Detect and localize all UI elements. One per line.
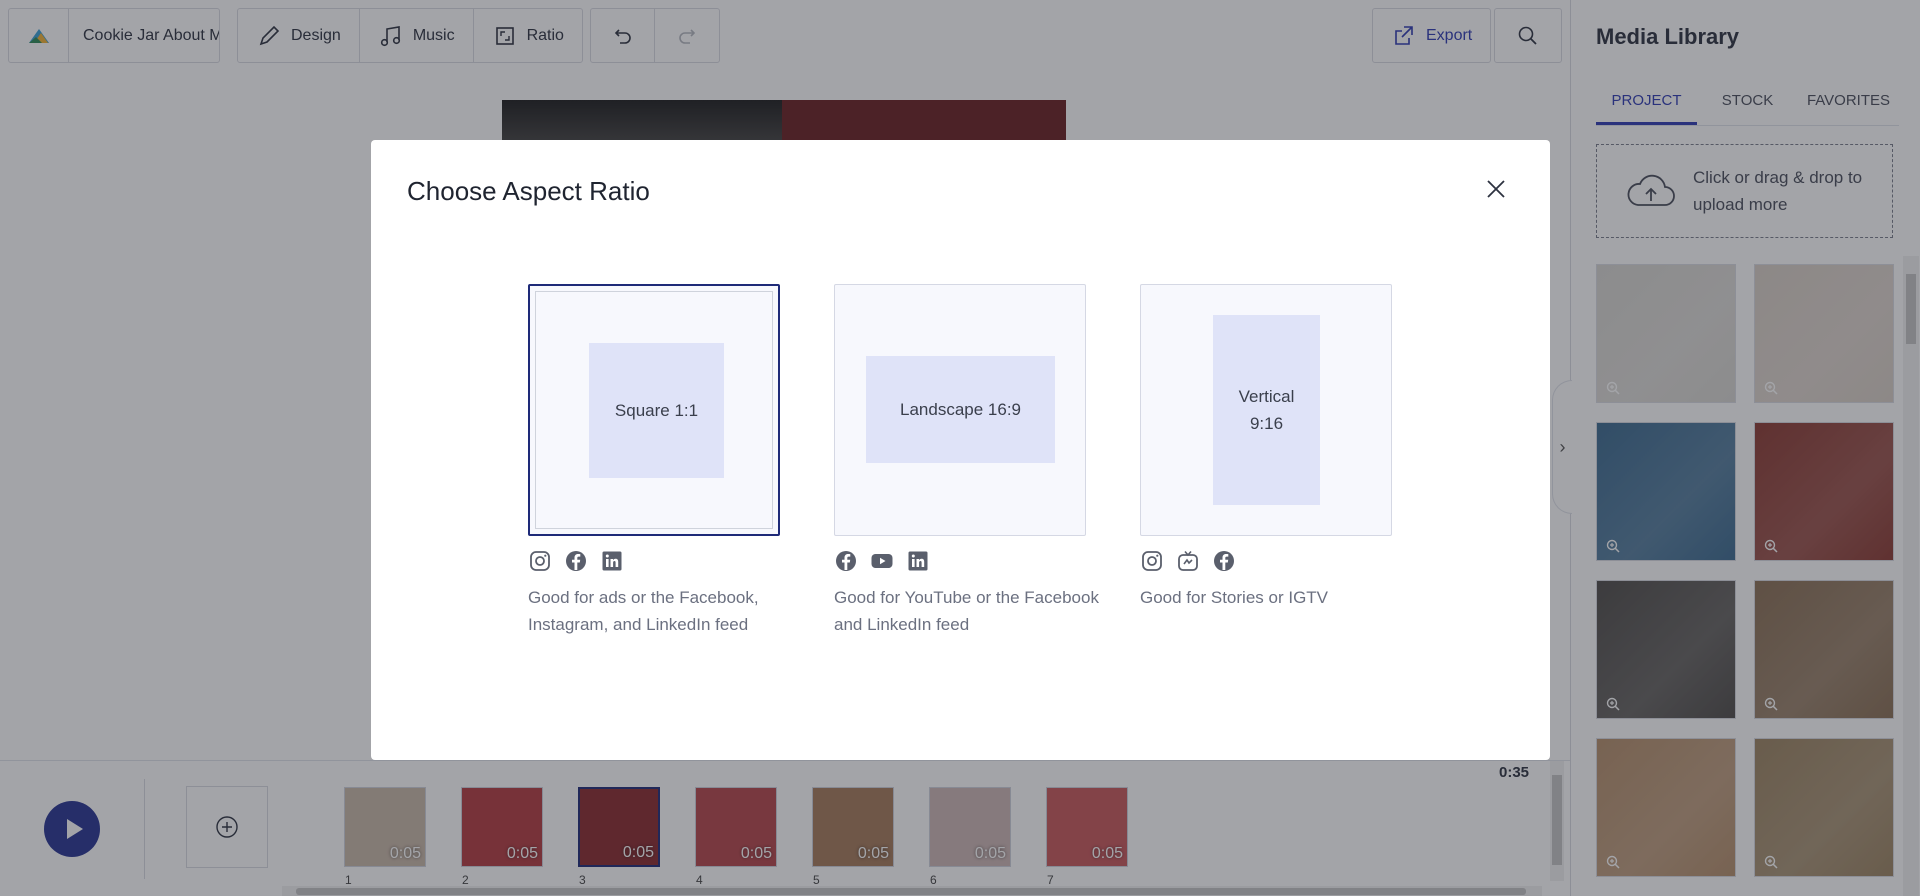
square-preview: Square 1:1 [589,343,724,478]
square-platform-icons [528,548,780,574]
facebook-icon [1214,551,1234,571]
option-vertical: Vertical 9:16 Good for Stories or IGTV [1140,284,1392,611]
vertical-description: Good for Stories or IGTV [1140,588,1329,607]
vertical-option-card[interactable]: Vertical 9:16 [1140,284,1392,536]
square-label: Square 1:1 [614,401,699,420]
instagram-icon [530,551,550,571]
close-icon [1487,180,1505,198]
square-description: Good for ads or the Facebook, Instagram,… [528,588,759,634]
vertical-label-line1: Vertical [1238,387,1295,406]
landscape-description: Good for YouTube or the Facebook and Lin… [834,588,1099,634]
igtv-icon [1178,550,1198,571]
landscape-platform-icons [834,548,1086,574]
vertical-platform-icons [1140,548,1392,574]
linkedin-icon [602,551,622,571]
aspect-ratio-dialog: Choose Aspect Ratio Square 1:1 Good for … [371,140,1550,760]
vertical-preview: Vertical 9:16 [1213,315,1320,505]
option-square: Square 1:1 Good for ads or the Facebook,… [528,284,780,638]
youtube-icon [871,554,893,568]
facebook-icon [836,551,856,571]
landscape-option-card[interactable]: Landscape 16:9 [834,284,1086,536]
facebook-icon [566,551,586,571]
dialog-title: Choose Aspect Ratio [407,176,650,206]
square-option-card[interactable]: Square 1:1 [528,284,780,536]
landscape-label: Landscape 16:9 [900,400,1021,419]
landscape-preview: Landscape 16:9 [866,356,1055,463]
vertical-label-line2: 9:16 [1249,414,1284,433]
option-landscape: Landscape 16:9 Good for YouTube or the F… [834,284,1099,638]
instagram-icon [1142,551,1162,571]
linkedin-icon [908,551,928,571]
close-button[interactable] [1481,174,1511,204]
